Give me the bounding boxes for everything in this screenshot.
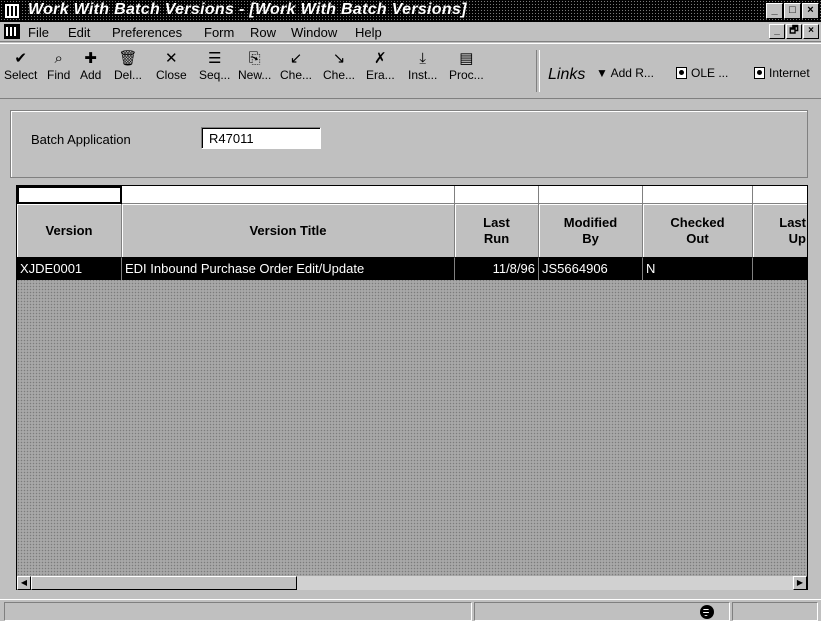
close-window-button[interactable]: × <box>802 3 819 19</box>
ole-icon <box>676 67 687 79</box>
criteria-panel: Batch Application R47011 <box>10 110 808 178</box>
install-button[interactable]: ⤓ Inst... <box>408 50 437 82</box>
globe-icon <box>700 605 714 619</box>
mdi-controls: _ 🗗 × <box>769 24 819 39</box>
cell-checked-out: N <box>643 258 753 280</box>
erase-button[interactable]: ✗ Era... <box>366 50 395 82</box>
column-header-checked-out[interactable]: Checked Out <box>643 204 753 258</box>
links-label: Links <box>548 66 586 83</box>
status-cell-secondary <box>474 602 730 621</box>
check-out-icon: ↘ <box>332 50 346 67</box>
qbe-cell-last-run[interactable] <box>455 186 539 204</box>
add-icon: ✚ <box>84 50 97 67</box>
find-icon: ⌕ <box>54 50 63 67</box>
column-header-version[interactable]: Version <box>17 204 122 258</box>
new-button[interactable]: ⎘ New... <box>238 50 271 82</box>
menu-edit[interactable]: Edit <box>68 25 90 40</box>
checkmark-icon: ✔ <box>14 50 27 67</box>
sequence-icon: ☰ <box>207 50 222 67</box>
toolbar: ✔ Select ⌕ Find ✚ Add 🗑 Del... ✕ Close ☰… <box>0 43 821 99</box>
cell-last-run: 11/8/96 <box>455 258 539 280</box>
maximize-button[interactable]: □ <box>784 3 801 19</box>
internet-link[interactable]: Internet <box>754 66 810 80</box>
versions-grid: Version Version Title Last Run Modified By… <box>16 185 808 590</box>
menu-preferences[interactable]: Preferences <box>112 25 182 40</box>
check-in-button[interactable]: ↙ Che... <box>280 50 312 82</box>
qbe-cell-title[interactable] <box>122 186 455 204</box>
new-icon: ⎘ <box>248 50 261 67</box>
horizontal-scrollbar[interactable]: ◀ ▶ <box>17 576 807 590</box>
app-icon[interactable] <box>4 3 20 19</box>
menu-help[interactable]: Help <box>355 25 382 40</box>
status-bar <box>0 599 821 621</box>
delete-button[interactable]: 🗑 Del... <box>114 50 142 82</box>
mdi-close-button[interactable]: × <box>803 24 819 39</box>
internet-icon <box>754 67 765 79</box>
column-header-modified-by[interactable]: Modified By <box>539 204 643 258</box>
grid-header: Version Version Title Last Run Modified By… <box>17 204 807 258</box>
qbe-cell-version[interactable] <box>17 186 122 204</box>
column-header-last-up[interactable]: Last Up <box>753 204 807 258</box>
qbe-cell-last-up[interactable] <box>753 186 807 204</box>
check-out-button[interactable]: ↘ Che... <box>323 50 355 82</box>
close-button[interactable]: ✕ Close <box>156 50 187 82</box>
install-icon: ⤓ <box>419 50 426 67</box>
close-icon: ✕ <box>165 50 178 67</box>
column-header-last-run[interactable]: Last Run <box>455 204 539 258</box>
menu-form[interactable]: Form <box>204 25 234 40</box>
menu-file[interactable]: File <box>28 25 49 40</box>
status-cell-right <box>732 602 818 621</box>
select-button[interactable]: ✔ Select <box>4 50 37 82</box>
qbe-cell-checked-out[interactable] <box>643 186 753 204</box>
processing-icon: ▤ <box>459 50 474 67</box>
trash-icon: 🗑 <box>118 50 138 67</box>
add-button[interactable]: ✚ Add <box>80 50 101 82</box>
document-icon[interactable] <box>4 24 20 39</box>
processing-button[interactable]: ▤ Proc... <box>449 50 484 82</box>
batch-application-label: Batch Application <box>31 132 131 147</box>
title-bar: Work With Batch Versions - [Work With Ba… <box>0 0 821 22</box>
batch-application-input[interactable]: R47011 <box>201 127 321 149</box>
cell-version: XJDE0001 <box>17 258 122 280</box>
qbe-cell-modified-by[interactable] <box>539 186 643 204</box>
cell-last-up <box>753 258 807 280</box>
menu-bar: File Edit Preferences Form Row Window He… <box>0 22 821 42</box>
table-row[interactable]: XJDE0001 EDI Inbound Purchase Order Edit… <box>17 258 807 280</box>
window-title: Work With Batch Versions - [Work With Ba… <box>28 1 467 18</box>
find-button[interactable]: ⌕ Find <box>47 50 70 82</box>
cell-modified-by: JS5664906 <box>539 258 643 280</box>
menu-window[interactable]: Window <box>291 25 337 40</box>
cell-version-title: EDI Inbound Purchase Order Edit/Update <box>122 258 455 280</box>
status-cell-main <box>4 602 472 621</box>
dropdown-arrow-icon: ▼ <box>596 66 611 80</box>
toolbar-separator <box>536 50 540 92</box>
add-r-link[interactable]: ▼ Add R... <box>596 66 654 80</box>
scroll-right-icon[interactable]: ▶ <box>793 576 807 590</box>
column-header-version-title[interactable]: Version Title <box>122 204 455 258</box>
mdi-minimize-button[interactable]: _ <box>769 24 785 39</box>
menu-row[interactable]: Row <box>250 25 276 40</box>
scroll-thumb[interactable] <box>31 576 297 590</box>
minimize-button[interactable]: _ <box>766 3 783 19</box>
scroll-left-icon[interactable]: ◀ <box>17 576 31 590</box>
ole-link[interactable]: OLE ... <box>676 66 728 80</box>
query-by-example-row <box>17 186 807 204</box>
sequence-button[interactable]: ☰ Seq... <box>199 50 230 82</box>
mdi-restore-button[interactable]: 🗗 <box>786 24 802 39</box>
erase-icon: ✗ <box>374 50 387 67</box>
check-in-icon: ↙ <box>289 50 303 67</box>
window-controls: _ □ × <box>766 3 819 19</box>
